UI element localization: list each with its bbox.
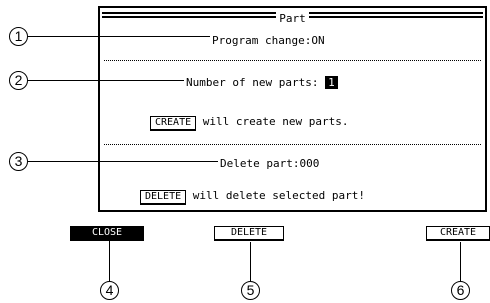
callout-1: 1 xyxy=(9,27,28,46)
callout-6: 6 xyxy=(451,281,470,300)
delete-hint-text: will delete selected part! xyxy=(192,189,365,202)
divider xyxy=(104,144,481,145)
delete-part-row[interactable]: Delete part:000 xyxy=(220,157,319,170)
title-bar: Part xyxy=(102,12,483,25)
delete-part-value[interactable]: 000 xyxy=(299,157,319,170)
create-hint-text: will create new parts. xyxy=(202,115,349,128)
callout-4: 4 xyxy=(100,281,119,300)
close-button[interactable]: CLOSE xyxy=(70,226,144,241)
callout-leader xyxy=(28,161,218,162)
new-parts-row: Number of new parts: 1 xyxy=(186,76,338,89)
new-parts-label: Number of new parts xyxy=(186,76,312,89)
divider xyxy=(104,60,481,61)
callout-3: 3 xyxy=(9,152,28,171)
create-key-indicator: CREATE xyxy=(150,116,197,131)
program-change-value[interactable]: ON xyxy=(311,34,324,47)
delete-part-label: Delete part xyxy=(220,157,293,170)
callout-2: 2 xyxy=(9,71,28,90)
program-change-row[interactable]: Program change:ON xyxy=(212,34,325,47)
delete-button[interactable]: DELETE xyxy=(214,226,284,241)
dialog-title: Part xyxy=(276,12,309,25)
delete-key-indicator: DELETE xyxy=(140,190,187,205)
program-change-label: Program change xyxy=(212,34,305,47)
callout-5: 5 xyxy=(241,281,260,300)
create-button[interactable]: CREATE xyxy=(426,226,490,241)
callout-leader xyxy=(28,80,184,81)
callout-leader xyxy=(460,242,461,281)
callout-leader xyxy=(250,242,251,281)
callout-leader xyxy=(109,241,110,281)
create-hint-row: CREATE will create new parts. xyxy=(150,115,348,131)
callout-leader xyxy=(28,36,210,37)
new-parts-value[interactable]: 1 xyxy=(325,76,338,89)
delete-hint-row: DELETE will delete selected part! xyxy=(140,189,365,205)
